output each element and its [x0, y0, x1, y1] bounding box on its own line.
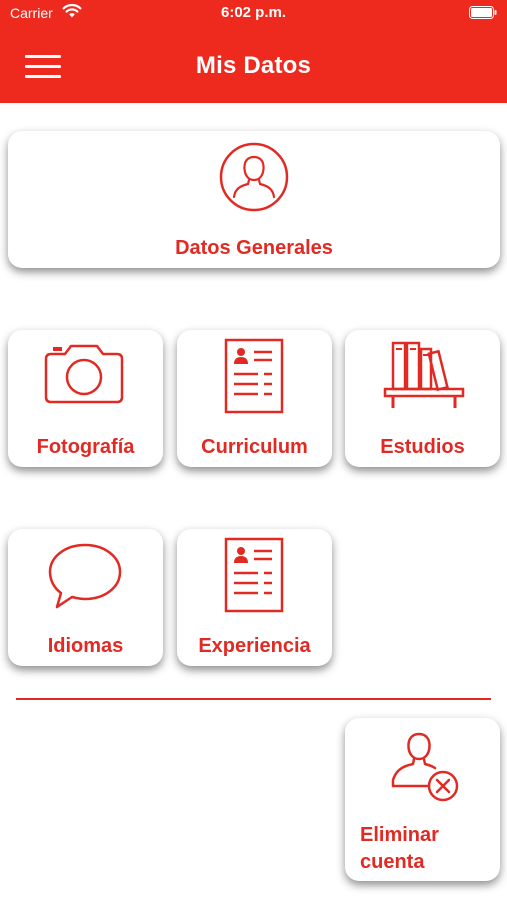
datos-generales-card[interactable]: Datos Generales	[8, 131, 500, 268]
curriculum-label: Curriculum	[201, 436, 308, 458]
eliminar-label-line1: Eliminar	[360, 824, 439, 846]
remove-user-icon	[391, 732, 459, 802]
estudios-card[interactable]: Estudios	[345, 330, 500, 467]
fotografia-card[interactable]: Fotografía	[8, 330, 163, 467]
speech-bubble-icon	[48, 543, 122, 609]
idiomas-label: Idiomas	[47, 635, 124, 657]
user-circle-icon	[219, 142, 289, 212]
experiencia-card[interactable]: Experiencia	[177, 529, 332, 666]
resume-document-icon	[224, 338, 284, 414]
eliminar-label-line2: cuenta	[360, 851, 425, 873]
eliminar-cuenta-label: Eliminar cuenta	[360, 822, 495, 876]
app-header: Carrier 6:02 p.m. Mis Datos	[0, 0, 507, 103]
eliminar-cuenta-card[interactable]: Eliminar cuenta	[345, 718, 500, 881]
status-time: 6:02 p.m.	[220, 4, 287, 21]
estudios-label: Estudios	[380, 436, 465, 458]
section-divider	[16, 698, 491, 700]
bookshelf-icon	[383, 341, 465, 408]
status-bar: Carrier 6:02 p.m.	[0, 0, 507, 28]
camera-icon	[44, 344, 124, 404]
battery-icon	[469, 6, 497, 19]
page-title: Mis Datos	[195, 52, 312, 79]
resume-document-icon	[224, 537, 284, 613]
fotografia-label: Fotografía	[36, 436, 135, 458]
idiomas-card[interactable]: Idiomas	[8, 529, 163, 666]
experiencia-label: Experiencia	[198, 635, 311, 657]
curriculum-card[interactable]: Curriculum	[177, 330, 332, 467]
datos-generales-label: Datos Generales	[175, 237, 333, 259]
